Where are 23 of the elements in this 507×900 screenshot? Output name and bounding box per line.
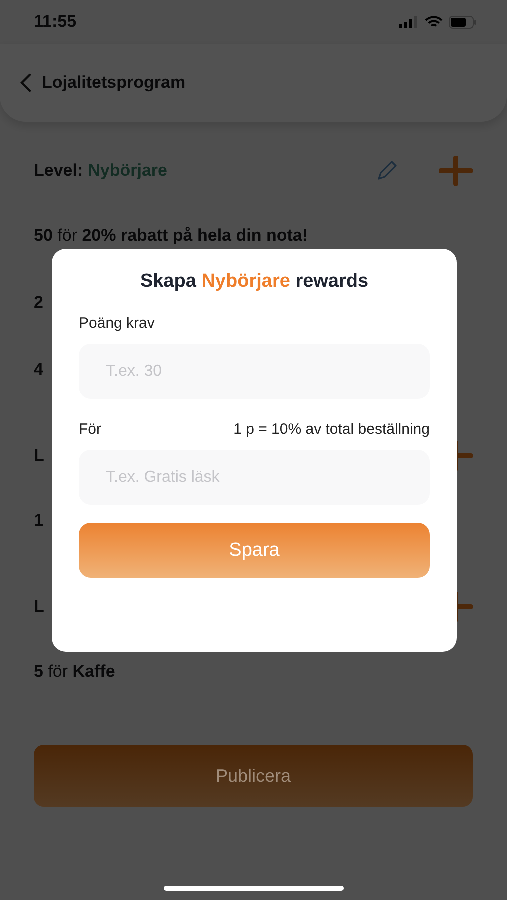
reward-text: 4 bbox=[34, 360, 44, 380]
level-label: Level: bbox=[34, 161, 84, 181]
signal-icon bbox=[399, 16, 419, 28]
level-label: L bbox=[34, 446, 44, 466]
dialog-title: Skapa Nybörjare rewards bbox=[139, 271, 370, 293]
back-icon[interactable] bbox=[20, 73, 32, 93]
screen-title: Lojalitetsprogram bbox=[42, 73, 186, 93]
field-hint: 1 p = 10% av total beställning bbox=[234, 421, 430, 438]
reward-text: 5 för Kaffe bbox=[34, 662, 116, 682]
status-time: 11:55 bbox=[34, 12, 77, 32]
battery-icon bbox=[449, 16, 477, 28]
level-name: Nybörjare bbox=[88, 161, 168, 181]
publish-button[interactable]: Publicera bbox=[34, 745, 473, 807]
field-label: För bbox=[79, 421, 102, 438]
reward-text: 1 bbox=[34, 510, 44, 530]
field-label: Poäng krav bbox=[79, 315, 155, 332]
level-label: L bbox=[34, 597, 44, 617]
plus-icon[interactable] bbox=[439, 156, 473, 186]
reward-text: 50 för 20% rabatt på hela din nota! bbox=[34, 226, 308, 246]
reward-text: 2 bbox=[34, 292, 44, 312]
save-button[interactable]: Spara bbox=[79, 523, 430, 578]
wifi-icon bbox=[425, 16, 443, 28]
pencil-icon[interactable] bbox=[375, 159, 399, 183]
